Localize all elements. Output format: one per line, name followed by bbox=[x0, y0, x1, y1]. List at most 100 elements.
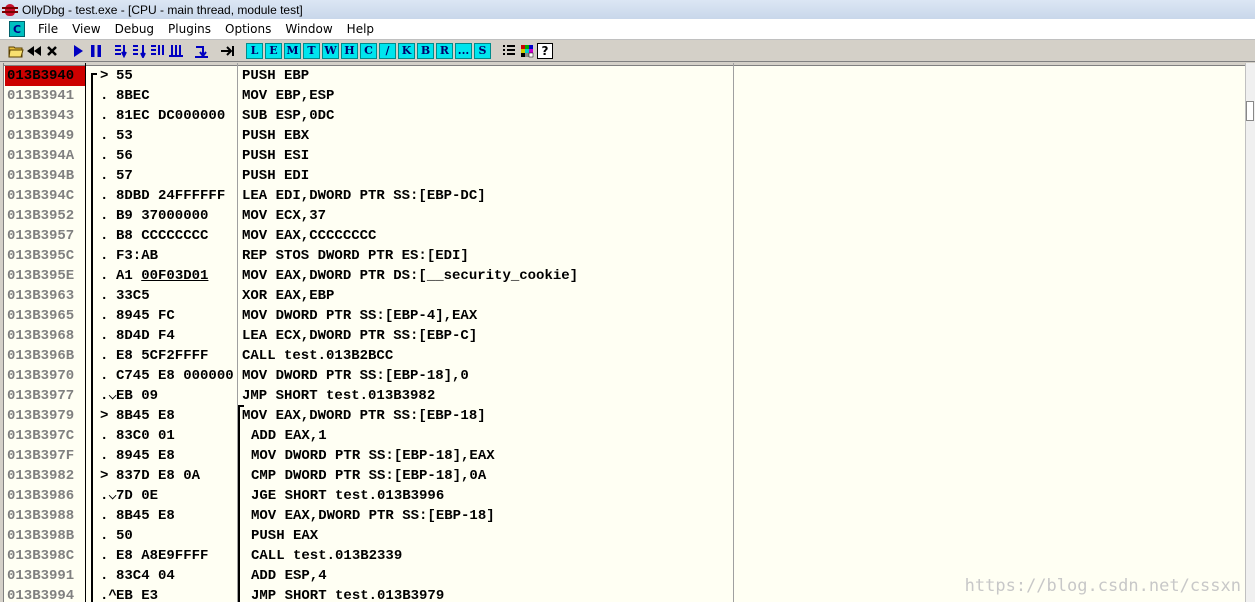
hex-reference-link[interactable]: 00F03D01 bbox=[141, 268, 208, 284]
row-instruction: PUSH EAX bbox=[251, 528, 319, 544]
memory-map-button[interactable]: M bbox=[284, 42, 301, 59]
execute-till-return-icon[interactable] bbox=[194, 43, 210, 59]
disassembly-rows: 013B3940r> >55 PUSH EBP 013B3941. . 8BEC MOV… bbox=[4, 66, 1244, 602]
menu-window[interactable]: Window bbox=[278, 22, 339, 36]
disassembly-row[interactable]: 013B3943. . 81EC DC000000 SUB ESP,0DC bbox=[4, 106, 1244, 126]
row-instruction: MOV EBP,ESP bbox=[242, 88, 335, 104]
cpu-button[interactable]: C bbox=[360, 42, 377, 59]
disassembly-row[interactable]: 013B3986 .v.⌵7D 0E JGE SHORT test.013B3996 bbox=[4, 486, 1244, 506]
menu-plugins[interactable]: Plugins bbox=[161, 22, 218, 36]
row-hex-bytes: 8945 FC bbox=[116, 308, 175, 324]
executable-modules-button[interactable]: E bbox=[265, 42, 282, 59]
row-instruction: REP STOS DWORD PTR ES:[EDI] bbox=[242, 248, 469, 264]
disassembly-row[interactable]: 013B3949. . 53 PUSH EBX bbox=[4, 126, 1244, 146]
run-trace-button[interactable]: ... bbox=[455, 42, 472, 59]
open-icon[interactable] bbox=[8, 43, 24, 59]
disassembly-row[interactable]: 013B3979 >>8B45 E8 MOV EAX,DWORD PTR SS:[E… bbox=[4, 406, 1244, 426]
list-icon[interactable] bbox=[501, 43, 517, 59]
cpu-disassembly-pane[interactable]: 013B3940r> >55 PUSH EBP 013B3941. . 8BEC MOV… bbox=[0, 63, 1255, 602]
row-jump-marker: . bbox=[88, 546, 100, 566]
row-address: 013B3968 bbox=[7, 328, 75, 344]
call-stack-button[interactable]: K bbox=[398, 42, 415, 59]
scrollbar-thumb[interactable] bbox=[1246, 101, 1254, 121]
menu-options[interactable]: Options bbox=[218, 22, 278, 36]
row-instruction: SUB ESP,0DC bbox=[242, 108, 335, 124]
disassembly-row[interactable]: 013B3982 >>837D E8 0A CMP DWORD PTR SS:[EB… bbox=[4, 466, 1244, 486]
run-icon[interactable] bbox=[70, 43, 86, 59]
row-instruction: PUSH EDI bbox=[242, 168, 310, 184]
row-address: 013B3957 bbox=[7, 228, 75, 244]
goto-icon[interactable] bbox=[220, 43, 236, 59]
row-jump-marker-glyph: . bbox=[100, 188, 109, 204]
trace-over-icon[interactable] bbox=[168, 43, 184, 59]
pause-icon[interactable] bbox=[88, 43, 104, 59]
menu-help[interactable]: Help bbox=[340, 22, 381, 36]
row-jump-marker: r> bbox=[88, 66, 100, 86]
disassembly-row[interactable]: 013B3941. . 8BEC MOV EBP,ESP bbox=[4, 86, 1244, 106]
windows-button[interactable]: W bbox=[322, 42, 339, 59]
row-jump-marker-glyph: . bbox=[100, 88, 109, 104]
disassembly-row[interactable]: 013B3965. . 8945 FC MOV DWORD PTR SS:[EBP-… bbox=[4, 306, 1244, 326]
menu-debug[interactable]: Debug bbox=[108, 22, 161, 36]
threads-button[interactable]: T bbox=[303, 42, 320, 59]
disassembly-row[interactable]: 013B3963. . 33C5 XOR EAX,EBP bbox=[4, 286, 1244, 306]
row-jump-marker: . bbox=[88, 226, 100, 246]
references-button[interactable]: R bbox=[436, 42, 453, 59]
row-jump-marker: . bbox=[88, 246, 100, 266]
row-address: 013B397C bbox=[7, 428, 75, 444]
row-jump-marker: > bbox=[88, 466, 100, 486]
row-jump-marker: . bbox=[88, 146, 100, 166]
row-jump-marker: . bbox=[88, 286, 100, 306]
disassembly-row[interactable]: 013B3940r> >55 PUSH EBP bbox=[4, 66, 1244, 86]
row-hex-bytes: EB 09 bbox=[116, 388, 159, 404]
row-address: 013B394B bbox=[7, 168, 75, 184]
row-jump-marker-glyph: . bbox=[100, 568, 109, 584]
menu-file[interactable]: File bbox=[31, 22, 65, 36]
patches-button[interactable]: / bbox=[379, 42, 396, 59]
vertical-scrollbar[interactable] bbox=[1245, 63, 1255, 602]
breakpoints-button[interactable]: B bbox=[417, 42, 434, 59]
disassembly-row[interactable]: 013B397C. . 83C0 01 ADD EAX,1 bbox=[4, 426, 1244, 446]
menu-view[interactable]: View bbox=[65, 22, 107, 36]
row-hex-bytes: 83C4 04 bbox=[116, 568, 175, 584]
row-hex-bytes: 83C0 01 bbox=[116, 428, 175, 444]
row-jump-marker-glyph: . bbox=[100, 248, 109, 264]
disassembly-row[interactable]: 013B3952. . B9 37000000 MOV ECX,37 bbox=[4, 206, 1244, 226]
title-bar: OllyDbg - test.exe - [CPU - main thread,… bbox=[0, 0, 1255, 19]
disassembly-row[interactable]: 013B397F. . 8945 E8 MOV DWORD PTR SS:[EBP-… bbox=[4, 446, 1244, 466]
disassembly-row[interactable]: 013B398B. . 50 PUSH EAX bbox=[4, 526, 1244, 546]
source-button[interactable]: S bbox=[474, 42, 491, 59]
help-icon[interactable]: ? bbox=[537, 42, 553, 59]
row-instruction: JGE SHORT test.013B3996 bbox=[251, 488, 445, 504]
row-address: 013B3963 bbox=[7, 288, 75, 304]
row-jump-marker: . bbox=[88, 346, 100, 366]
row-jump-marker: . bbox=[88, 86, 100, 106]
disassembly-row[interactable]: 013B3977 .v.⌵EB 09 JMP SHORT test.013B3982 bbox=[4, 386, 1244, 406]
row-jump-marker: . bbox=[88, 106, 100, 126]
disassembly-row[interactable]: 013B394B. . 57 PUSH EDI bbox=[4, 166, 1244, 186]
disassembly-row[interactable]: 013B3970. . C745 E8 000000 MOV DWORD PTR S… bbox=[4, 366, 1244, 386]
row-address: 013B395E bbox=[7, 268, 75, 284]
trace-into-icon[interactable] bbox=[150, 43, 166, 59]
disassembly-row[interactable]: 013B396B. . E8 5CF2FFFF CALL test.013B2BCC bbox=[4, 346, 1244, 366]
disassembly-row[interactable]: 013B398C. . E8 A8E9FFFF CALL test.013B2339 bbox=[4, 546, 1244, 566]
disassembly-row[interactable]: 013B395E. . A1 00F03D01A1 00F03D01 MOV EAX… bbox=[4, 266, 1244, 286]
disassembly-row[interactable]: 013B3957. . B8 CCCCCCCC MOV EAX,CCCCCCCC bbox=[4, 226, 1244, 246]
disassembly-row[interactable]: 013B394C. . 8DBD 24FFFFFF LEA EDI,DWORD PT… bbox=[4, 186, 1244, 206]
disassembly-row[interactable]: 013B394A. . 56 PUSH ESI bbox=[4, 146, 1244, 166]
disassembly-row[interactable]: 013B3988. . 8B45 E8 MOV EAX,DWORD PTR SS:[… bbox=[4, 506, 1244, 526]
cpu-window-icon[interactable]: C bbox=[9, 21, 25, 37]
palette-icon[interactable] bbox=[519, 43, 535, 59]
step-into-icon[interactable] bbox=[114, 43, 130, 59]
row-jump-marker-glyph: . bbox=[100, 328, 109, 344]
disassembly-row[interactable]: 013B395C. . F3:AB REP STOS DWORD PTR ES:[E… bbox=[4, 246, 1244, 266]
row-jump-marker: . bbox=[88, 506, 100, 526]
close-icon[interactable] bbox=[44, 43, 60, 59]
row-instruction: JMP SHORT test.013B3982 bbox=[242, 388, 436, 404]
log-window-button[interactable]: L bbox=[246, 42, 263, 59]
step-over-icon[interactable] bbox=[132, 43, 148, 59]
handles-button[interactable]: H bbox=[341, 42, 358, 59]
restart-icon[interactable] bbox=[26, 43, 42, 59]
row-jump-marker-glyph: . bbox=[100, 508, 109, 524]
disassembly-row[interactable]: 013B3968. . 8D4D F4 LEA ECX,DWORD PTR SS:[… bbox=[4, 326, 1244, 346]
